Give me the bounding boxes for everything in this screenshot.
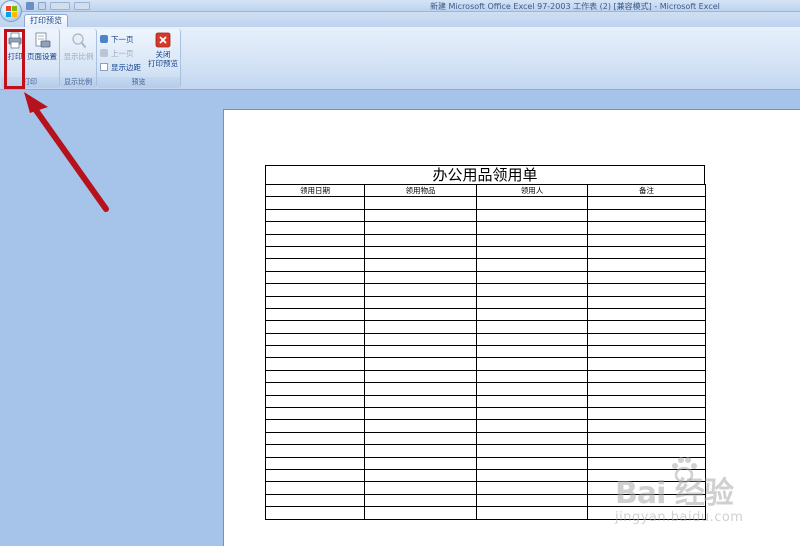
annotation-arrow-icon: [24, 92, 109, 212]
